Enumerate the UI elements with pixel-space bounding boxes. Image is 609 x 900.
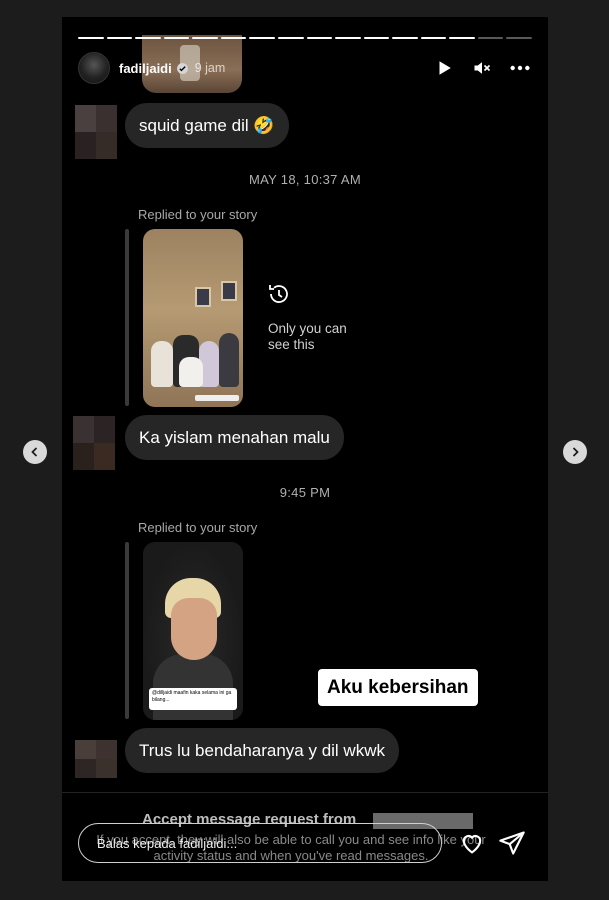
mute-icon xyxy=(474,62,491,74)
replied-label: Replied to your story xyxy=(138,207,258,222)
reply-line xyxy=(125,229,129,406)
progress-segment xyxy=(163,37,190,39)
message-bubble[interactable]: Trus lu bendaharanya y dil wkwk xyxy=(125,728,399,773)
progress-segment xyxy=(392,37,418,39)
avatar[interactable] xyxy=(78,52,110,84)
username[interactable]: fadiljaidi xyxy=(119,61,172,76)
divider xyxy=(62,792,548,793)
timestamp: 9:45 PM xyxy=(279,485,331,500)
chevron-right-icon xyxy=(572,447,579,457)
progress-segment xyxy=(449,37,475,39)
mute-button[interactable] xyxy=(470,56,494,80)
more-button[interactable] xyxy=(508,56,532,80)
message-bubble[interactable]: Ka yislam menahan malu xyxy=(125,415,344,460)
progress-segment xyxy=(277,37,304,39)
timestamp: MAY 18, 10:37 AM xyxy=(249,172,361,187)
story-thumbnail[interactable] xyxy=(143,229,243,407)
send-icon[interactable] xyxy=(498,829,526,857)
reply-input[interactable] xyxy=(78,823,442,863)
previous-story-button[interactable] xyxy=(23,440,47,464)
post-time: 9 jam xyxy=(194,61,226,75)
only-you-note: Only you can see this xyxy=(268,321,347,352)
progress-segment xyxy=(220,37,247,39)
progress-segment xyxy=(78,37,104,39)
progress-segment xyxy=(192,37,218,39)
story-viewer: fadiljaidi 9 jam squid game dil 🤣 MAY 18… xyxy=(62,17,548,881)
story-thumbnail[interactable]: @dilljaidi maafin kaka selama ini ga bil… xyxy=(143,542,243,720)
progress-segment xyxy=(506,37,532,39)
sender-avatar xyxy=(75,105,117,159)
sender-avatar xyxy=(75,740,117,778)
story-caption: @dilljaidi maafin kaka selama ini ga bil… xyxy=(149,688,237,710)
progress-segment xyxy=(477,37,504,39)
sender-avatar xyxy=(73,416,115,470)
progress-segment xyxy=(249,37,275,39)
message-bubble[interactable]: squid game dil 🤣 xyxy=(125,103,289,148)
play-icon xyxy=(439,61,451,75)
history-icon xyxy=(269,285,288,303)
chevron-left-icon xyxy=(31,447,38,457)
replied-label: Replied to your story xyxy=(138,520,258,535)
more-icon xyxy=(510,65,530,71)
reply-line xyxy=(125,542,129,719)
heart-icon[interactable] xyxy=(458,829,486,857)
story-header: fadiljaidi 9 jam xyxy=(78,52,532,84)
progress-segment xyxy=(335,37,361,39)
verified-badge-icon xyxy=(176,62,188,74)
story-progress-bar xyxy=(78,37,532,39)
progress-segment xyxy=(135,37,161,39)
progress-segment xyxy=(306,37,333,39)
play-button[interactable] xyxy=(432,56,456,80)
text-sticker: Aku kebersihan xyxy=(318,669,478,706)
progress-segment xyxy=(363,37,390,39)
next-story-button[interactable] xyxy=(563,440,587,464)
progress-segment xyxy=(106,37,133,39)
progress-segment xyxy=(420,37,447,39)
